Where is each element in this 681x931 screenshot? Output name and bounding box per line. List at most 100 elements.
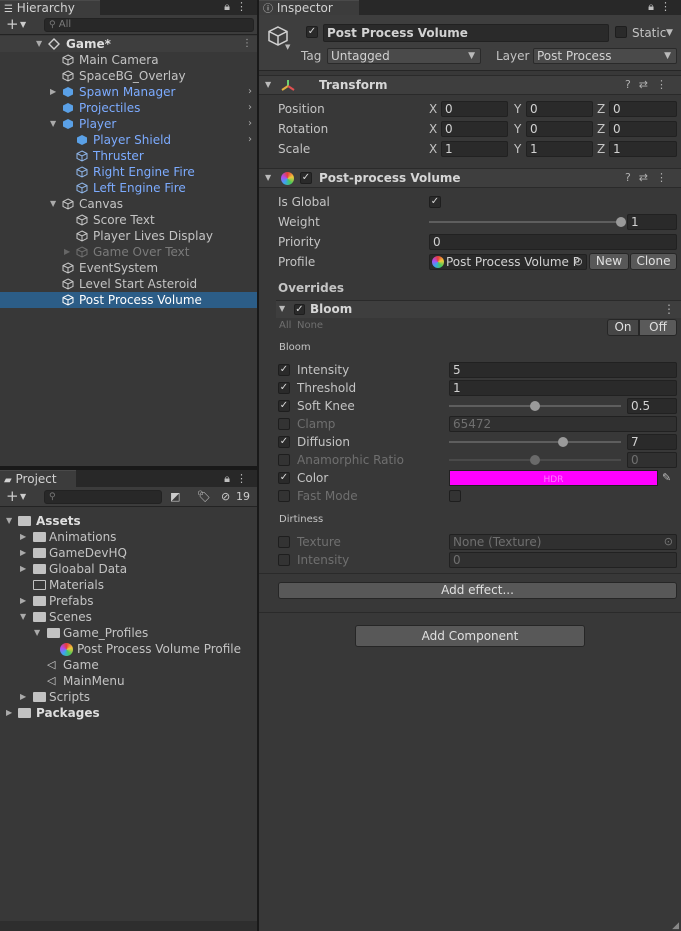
diffusion-slider-track[interactable] (449, 441, 621, 443)
chevron-right-icon[interactable]: › (248, 116, 252, 132)
chevron-down-icon[interactable]: ▼ (20, 15, 26, 35)
foldout-arrow-icon[interactable]: ▼ (279, 301, 285, 317)
bloom-header[interactable]: ▼ ✓ Bloom ⋮ (276, 300, 681, 318)
help-icon[interactable]: ? (625, 78, 639, 91)
weight-field[interactable]: 1 (627, 214, 677, 230)
chevron-down-icon[interactable]: ▼ (285, 43, 290, 51)
chevron-right-icon[interactable]: › (248, 100, 252, 116)
foldout-arrow-icon[interactable]: ▼ (265, 169, 271, 187)
clone-profile-button[interactable]: Clone (630, 253, 677, 270)
lock-icon[interactable]: 🔒︎ (224, 472, 236, 485)
select-all-link[interactable]: All (279, 318, 291, 334)
chevron-right-icon[interactable]: › (248, 132, 252, 148)
create-plus-icon[interactable]: + (6, 487, 19, 506)
anamorphic-field[interactable]: 0 (627, 452, 677, 468)
hierarchy-row-post-process-volume[interactable]: Post Process Volume (0, 292, 257, 308)
post-process-volume-header[interactable]: ▼ ✓ Post-process Volume ?⇄⋮ (259, 168, 681, 188)
rotation-y-label[interactable]: Y (514, 121, 521, 137)
lock-icon[interactable]: 🔒︎ (648, 0, 660, 13)
project-tab[interactable]: ▰ Project (0, 470, 76, 487)
collapsed-arrow-icon[interactable]: ▶ (64, 244, 74, 260)
anamorphic-slider-knob[interactable] (530, 455, 540, 465)
position-y-field[interactable]: 0 (526, 101, 593, 117)
rotation-x-field[interactable]: 0 (441, 121, 508, 137)
resize-corner-icon[interactable]: ◢ (672, 921, 679, 931)
project-row-game-profiles[interactable]: ▼ Game_Profiles (0, 625, 257, 641)
hierarchy-row-score-text[interactable]: Score Text (0, 212, 257, 228)
foldout-arrow-icon[interactable]: ▼ (265, 76, 271, 94)
project-row-prefabs[interactable]: ▶ Prefabs (0, 593, 257, 609)
color-override-checkbox[interactable]: ✓ (278, 472, 290, 484)
clamp-field[interactable]: 65472 (449, 416, 677, 432)
expand-arrow-icon[interactable]: ▼ (36, 36, 46, 52)
expand-arrow-icon[interactable]: ▼ (50, 196, 60, 212)
position-x-label[interactable]: X (429, 101, 437, 117)
hierarchy-row-main-camera[interactable]: Main Camera (0, 52, 257, 68)
transform-header[interactable]: ▼ Transform ?⇄⋮ (259, 75, 681, 95)
expand-arrow-icon[interactable]: ▼ (6, 513, 16, 529)
weight-slider-track[interactable] (429, 221, 621, 223)
layer-dropdown[interactable]: Post Process ▼ (533, 48, 677, 64)
filter-by-label-icon[interactable]: 🏷︎ (197, 487, 211, 507)
hierarchy-row-game-over[interactable]: ▶ Game Over Text (0, 244, 257, 260)
project-row-game-scene[interactable]: ◁ Game (0, 657, 257, 673)
kebab-menu-icon[interactable]: ⋮ (656, 171, 675, 184)
object-picker-icon[interactable]: ⊙ (664, 535, 673, 549)
bloom-enabled-checkbox[interactable]: ✓ (294, 304, 305, 315)
weight-slider-knob[interactable] (616, 217, 626, 227)
diffusion-field[interactable]: 7 (627, 434, 677, 450)
project-search-input[interactable]: ⚲ (44, 490, 162, 504)
create-plus-icon[interactable]: + (6, 15, 19, 34)
diffusion-slider-knob[interactable] (557, 437, 568, 447)
scale-x-field[interactable]: 1 (441, 141, 508, 157)
soft-knee-slider-knob[interactable] (530, 401, 540, 411)
object-picker-icon[interactable]: ⊙ (574, 255, 583, 269)
scale-x-label[interactable]: X (429, 141, 437, 157)
kebab-menu-icon[interactable]: ⋮ (242, 36, 252, 52)
select-none-link[interactable]: None (297, 318, 323, 334)
threshold-override-checkbox[interactable]: ✓ (278, 382, 290, 394)
project-row-assets[interactable]: ▼ Assets (0, 513, 257, 529)
collapsed-arrow-icon[interactable]: ▶ (20, 545, 30, 561)
intensity-field[interactable]: 5 (449, 362, 677, 378)
add-component-button[interactable]: Add Component (355, 625, 585, 647)
collapsed-arrow-icon[interactable]: ▶ (50, 84, 60, 100)
add-effect-button[interactable]: Add effect... (278, 582, 677, 599)
hierarchy-row-eventsystem[interactable]: EventSystem (0, 260, 257, 276)
position-y-label[interactable]: Y (514, 101, 521, 117)
project-row-scripts[interactable]: ▶ Scripts (0, 689, 257, 705)
diffusion-override-checkbox[interactable]: ✓ (278, 436, 290, 448)
presets-icon[interactable]: ⇄ (639, 78, 656, 91)
project-row-gloabal-data[interactable]: ▶ Gloabal Data (0, 561, 257, 577)
chevron-down-icon[interactable]: ▼ (20, 487, 26, 507)
threshold-field[interactable]: 1 (449, 380, 677, 396)
presets-icon[interactable]: ⇄ (639, 171, 656, 184)
static-checkbox[interactable] (615, 26, 627, 38)
filter-by-type-icon[interactable]: ◩ (170, 487, 180, 507)
dirt-intensity-override-checkbox[interactable] (278, 554, 290, 566)
hierarchy-row-player-shield[interactable]: Player Shield › (0, 132, 257, 148)
eyedropper-icon[interactable]: ✎ (662, 470, 671, 486)
soft-knee-field[interactable]: 0.5 (627, 398, 677, 414)
lock-icon[interactable]: 🔒︎ (224, 0, 236, 13)
tag-dropdown[interactable]: Untagged ▼ (327, 48, 481, 64)
hierarchy-row-player[interactable]: ▼ Player › (0, 116, 257, 132)
expand-arrow-icon[interactable]: ▼ (50, 116, 60, 132)
hierarchy-tab[interactable]: ☰ Hierarchy (0, 0, 100, 15)
collapsed-arrow-icon[interactable]: ▶ (20, 529, 30, 545)
project-row-gamedevhq[interactable]: ▶ GameDevHQ (0, 545, 257, 561)
hidden-packages-icon[interactable]: ⊘ (221, 487, 230, 507)
hierarchy-row-canvas[interactable]: ▼ Canvas (0, 196, 257, 212)
scale-z-field[interactable]: 1 (609, 141, 677, 157)
help-icon[interactable]: ? (625, 171, 639, 184)
position-z-field[interactable]: 0 (609, 101, 677, 117)
hierarchy-row-game[interactable]: ▼ Game* ⋮ (0, 36, 257, 52)
clamp-override-checkbox[interactable] (278, 418, 290, 430)
scale-y-field[interactable]: 1 (526, 141, 593, 157)
chevron-right-icon[interactable]: › (248, 84, 252, 100)
rotation-y-field[interactable]: 0 (526, 121, 593, 137)
expand-arrow-icon[interactable]: ▼ (20, 609, 30, 625)
collapsed-arrow-icon[interactable]: ▶ (6, 705, 16, 721)
texture-object-field[interactable]: None (Texture) ⊙ (449, 534, 677, 550)
override-on-button[interactable]: On (607, 319, 639, 336)
